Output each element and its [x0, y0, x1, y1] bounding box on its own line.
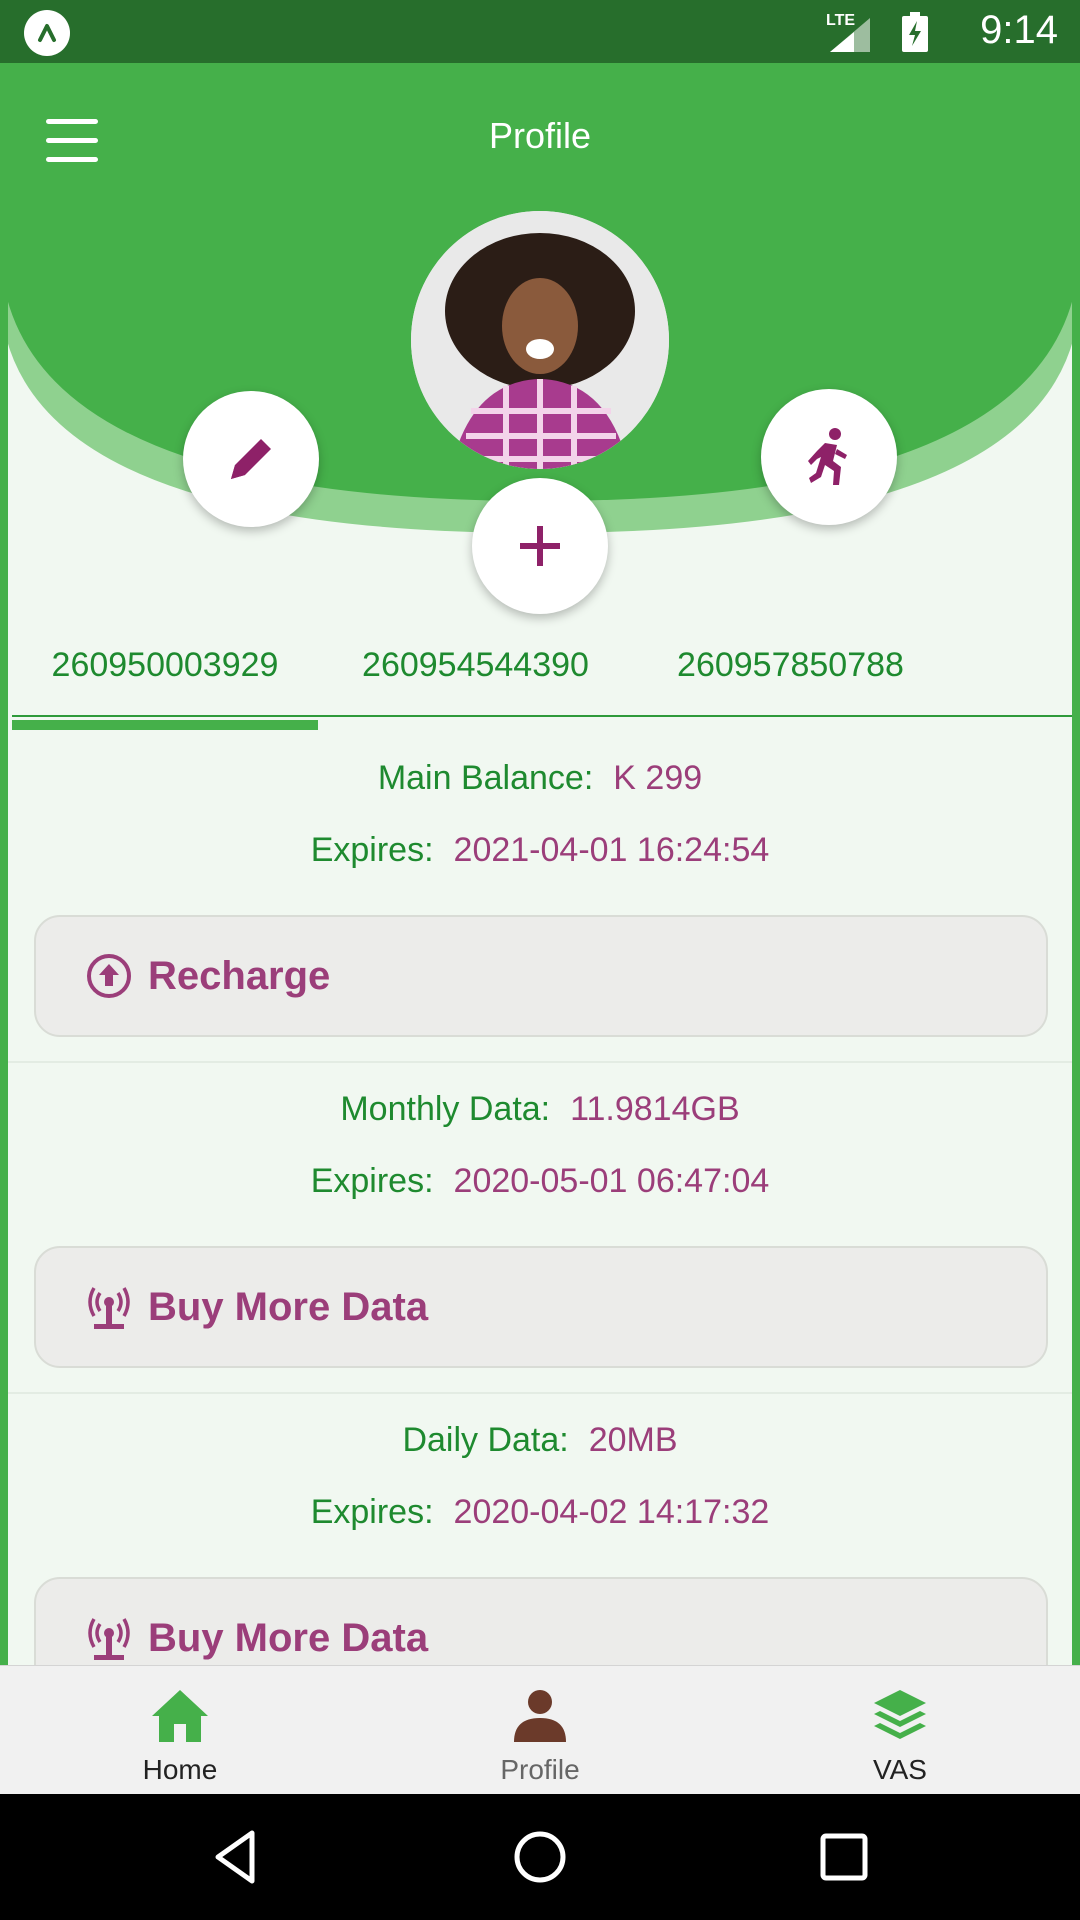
- section-divider: [8, 1061, 1072, 1063]
- running-person-icon: [808, 428, 847, 485]
- buy-more-data-label: Buy More Data: [148, 1615, 429, 1660]
- expires-label: Expires:: [310, 831, 434, 869]
- daily-data-label: Daily Data:: [402, 1421, 569, 1459]
- main-balance-row: Main Balance: K 299: [0, 759, 1080, 798]
- buy-more-data-button[interactable]: Buy More Data: [34, 1577, 1048, 1665]
- expires-label: Expires:: [310, 1493, 434, 1531]
- balance-label: Main Balance:: [377, 759, 594, 797]
- buy-more-data-button[interactable]: Buy More Data: [34, 1246, 1048, 1368]
- logout-button[interactable]: [761, 389, 897, 525]
- status-time: 9:14: [980, 8, 1058, 52]
- home-icon: [152, 1690, 208, 1742]
- expires-value: 2020-05-01 06:47:04: [453, 1162, 770, 1200]
- daily-data-value: 20MB: [588, 1421, 678, 1459]
- recharge-button[interactable]: Recharge: [34, 915, 1048, 1037]
- monthly-data-expiry-row: Expires: 2020-05-01 06:47:04: [0, 1162, 1080, 1201]
- main-balance-expiry-row: Expires: 2021-04-01 16:24:54: [0, 831, 1080, 870]
- daily-data-row: Daily Data: 20MB: [0, 1421, 1080, 1460]
- balance-value: K 299: [613, 759, 703, 797]
- expires-value: 2020-04-02 14:17:32: [453, 1493, 770, 1531]
- add-number-button[interactable]: [472, 478, 608, 614]
- home-circle-icon[interactable]: [510, 1827, 570, 1887]
- layers-icon: [874, 1690, 926, 1739]
- bottom-navigation: Home Profile VAS: [0, 1665, 1080, 1795]
- section-divider: [8, 1392, 1072, 1394]
- system-navigation-bar: [0, 1794, 1080, 1920]
- active-tab-indicator: [12, 720, 318, 730]
- tab-number-3[interactable]: 260957850788: [633, 615, 948, 715]
- monthly-data-value: 11.9814GB: [570, 1090, 740, 1128]
- nav-home-label: Home: [142, 1754, 218, 1785]
- app-screen: Profile 260950003929 260954544390 260957…: [0, 63, 1080, 1665]
- back-icon[interactable]: [206, 1827, 266, 1887]
- upload-circle-icon: [87, 954, 131, 998]
- avatar: [411, 211, 669, 469]
- status-bar: LTE 9:14: [0, 0, 1080, 63]
- status-icons: LTE: [820, 12, 940, 52]
- nav-vas[interactable]: VAS: [720, 1666, 1080, 1795]
- plus-icon: [520, 526, 560, 566]
- expires-label: Expires:: [310, 1162, 434, 1200]
- pencil-icon: [231, 439, 271, 479]
- recharge-label: Recharge: [148, 953, 331, 998]
- monthly-data-label: Monthly Data:: [340, 1090, 551, 1128]
- nav-profile-label: Profile: [500, 1754, 580, 1785]
- nav-profile[interactable]: Profile: [360, 1666, 720, 1795]
- broadcast-tower-icon: [88, 1618, 130, 1660]
- number-tabs: 260950003929 260954544390 260957850788: [12, 615, 1072, 717]
- app-logo-icon: [24, 10, 70, 56]
- tab-number-2[interactable]: 260954544390: [318, 615, 633, 715]
- monthly-data-row: Monthly Data: 11.9814GB: [0, 1090, 1080, 1129]
- broadcast-tower-icon: [88, 1287, 130, 1329]
- battery-icon: [902, 12, 928, 52]
- nav-vas-label: VAS: [873, 1754, 927, 1785]
- person-icon: [514, 1690, 566, 1742]
- nav-home[interactable]: Home: [0, 1666, 360, 1795]
- edit-profile-button[interactable]: [183, 391, 319, 527]
- daily-data-expiry-row: Expires: 2020-04-02 14:17:32: [0, 1493, 1080, 1532]
- recents-square-icon[interactable]: [814, 1827, 874, 1887]
- expires-value: 2021-04-01 16:24:54: [453, 831, 770, 869]
- buy-more-data-label: Buy More Data: [148, 1284, 429, 1329]
- page-title: Profile: [488, 115, 592, 156]
- tab-number-1[interactable]: 260950003929: [12, 615, 318, 715]
- signal-icon: [830, 18, 870, 52]
